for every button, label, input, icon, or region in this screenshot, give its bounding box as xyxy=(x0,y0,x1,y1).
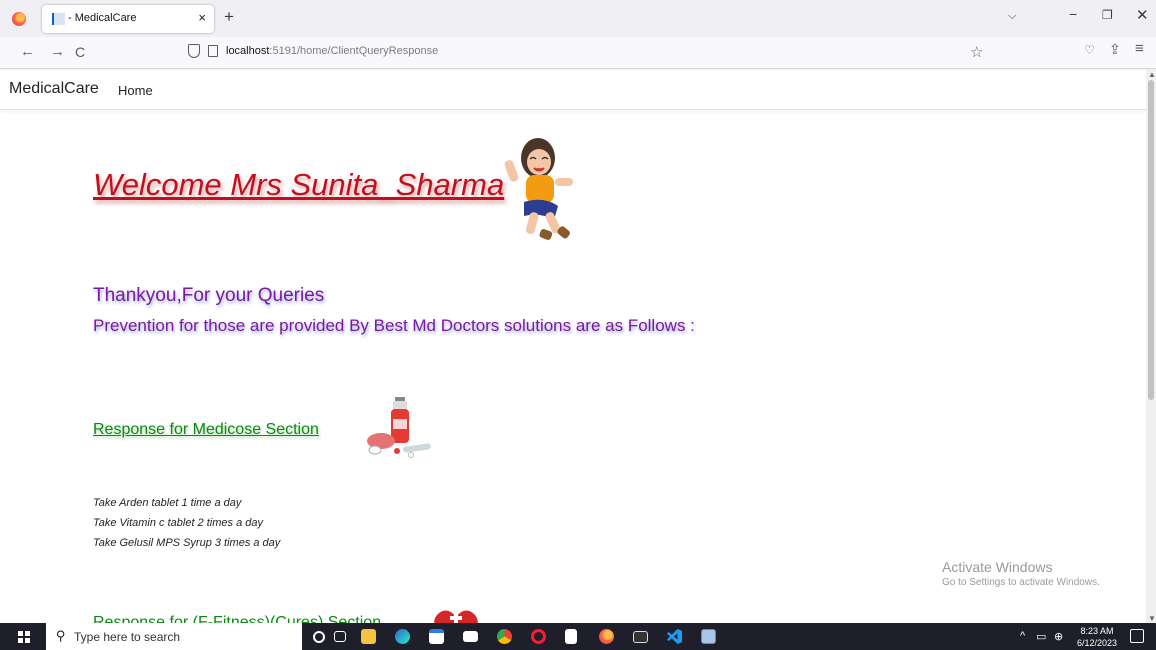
tab-close-icon[interactable]: × xyxy=(198,10,206,25)
site-brand-link[interactable]: MedicalCare xyxy=(9,80,99,98)
windows-start-button[interactable] xyxy=(18,631,30,643)
scrollbar-thumb[interactable] xyxy=(1148,80,1154,400)
response-medicose-link[interactable]: Response for Medicose Section xyxy=(93,421,319,439)
firefox-icon[interactable] xyxy=(599,629,614,644)
reload-button[interactable]: C xyxy=(75,44,85,60)
forward-button[interactable]: → xyxy=(50,43,65,60)
task-view-icon[interactable] xyxy=(334,631,346,642)
site-navbar: MedicalCare Home xyxy=(0,70,1146,110)
heart-image xyxy=(434,610,478,623)
search-icon: ⚲ xyxy=(56,628,66,643)
notepad-icon[interactable] xyxy=(565,629,577,644)
opera-icon[interactable] xyxy=(531,629,546,644)
back-button[interactable]: ← xyxy=(20,43,35,60)
windows-taskbar: ⚲ Type here to search ^ ▭ ⊕ 8:23 AM 6/12… xyxy=(0,623,1156,650)
tab-title: - MedicalCare xyxy=(68,12,137,24)
cortana-icon[interactable] xyxy=(313,631,325,643)
prescription-item: Take Arden tablet 1 time a day xyxy=(93,497,242,509)
tab-favicon-icon xyxy=(52,13,65,25)
url-host: localhost xyxy=(226,45,270,57)
page-viewport: MedicalCare Home Welcome Mrs Sunita_Shar… xyxy=(0,70,1146,623)
minimize-button[interactable]: − xyxy=(1069,6,1077,22)
store-icon[interactable] xyxy=(429,629,444,644)
url-text[interactable]: localhost:5191/home/ClientQueryResponse xyxy=(226,45,438,57)
prescription-item: Take Gelusil MPS Syrup 3 times a day xyxy=(93,537,281,549)
thanks-message: Thankyou,For your Queries xyxy=(93,285,325,306)
scroll-up-arrow-icon[interactable]: ▲ xyxy=(1148,70,1156,79)
watermark-title: Activate Windows xyxy=(942,559,1053,575)
address-bar[interactable]: localhost:5191/home/ClientQueryResponse … xyxy=(180,40,988,66)
app-menu-icon[interactable]: ≡ xyxy=(1135,40,1144,57)
taskbar-search-box[interactable]: ⚲ Type here to search xyxy=(46,623,302,650)
show-hidden-icons-button[interactable]: ^ xyxy=(1020,630,1025,642)
battery-icon[interactable]: ▭ xyxy=(1036,630,1046,643)
browser-tab[interactable]: - MedicalCare × xyxy=(42,5,214,33)
page-info-icon[interactable] xyxy=(208,45,218,57)
home-nav-link[interactable]: Home xyxy=(118,83,153,98)
browser-navigation-bar: ← → C localhost:5191/home/ClientQueryRes… xyxy=(0,37,1156,69)
clock-date: 6/12/2023 xyxy=(1077,638,1118,648)
pocket-icon[interactable]: ♡ xyxy=(1084,43,1095,57)
edge-icon[interactable] xyxy=(395,629,410,644)
mail-icon[interactable] xyxy=(463,631,478,642)
welcome-heading: Welcome Mrs Sunita_Sharma xyxy=(93,167,505,202)
clock-time: 8:23 AM xyxy=(1080,626,1114,636)
watermark-subtitle: Go to Settings to activate Windows. xyxy=(942,577,1100,588)
restore-button[interactable]: ❐ xyxy=(1102,8,1113,22)
bookmark-star-icon[interactable]: ☆ xyxy=(970,43,983,61)
medicine-bottles-image xyxy=(367,397,431,458)
close-window-button[interactable]: ✕ xyxy=(1136,6,1149,24)
scroll-down-arrow-icon[interactable]: ▼ xyxy=(1148,614,1156,623)
vscode-icon[interactable] xyxy=(667,629,682,644)
activate-windows-watermark: Activate Windows Go to Settings to activ… xyxy=(942,559,1100,588)
prevention-message: Prevention for those are provided By Bes… xyxy=(93,316,695,335)
new-tab-button[interactable]: + xyxy=(224,8,234,26)
girl-avatar-illustration xyxy=(504,138,573,240)
terminal-icon[interactable] xyxy=(633,631,648,643)
taskbar-search-placeholder: Type here to search xyxy=(74,630,181,644)
url-path: :5191/home/ClientQueryResponse xyxy=(269,45,439,57)
firefox-logo-icon xyxy=(12,12,26,26)
browser-tab-bar: - MedicalCare × + ⌵ − ❐ ✕ xyxy=(0,0,1156,37)
file-explorer-icon[interactable] xyxy=(361,629,376,644)
image-viewer-icon[interactable] xyxy=(701,629,716,644)
taskbar-clock[interactable]: 8:23 AM 6/12/2023 xyxy=(1077,625,1117,649)
tracking-protection-shield-icon[interactable] xyxy=(188,44,200,58)
chrome-icon[interactable] xyxy=(497,629,512,644)
notifications-icon[interactable] xyxy=(1130,629,1144,643)
page-scrollbar[interactable]: ▲ ▼ xyxy=(1146,70,1156,623)
list-all-tabs-icon[interactable]: ⌵ xyxy=(1008,10,1016,23)
share-icon[interactable]: ⇪ xyxy=(1109,41,1121,58)
prescription-item: Take Vitamin c tablet 2 times a day xyxy=(93,517,263,529)
response-fitness-link[interactable]: Response for (F-Fitness)(Cures) Section xyxy=(93,614,381,623)
network-globe-icon[interactable]: ⊕ xyxy=(1054,630,1063,643)
